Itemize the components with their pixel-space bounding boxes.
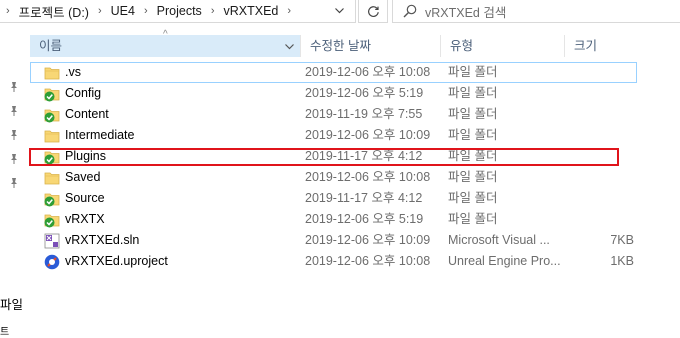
search-input[interactable]: vRXTXEd 검색 [425, 2, 506, 21]
column-header-size[interactable]: 크기 [564, 35, 664, 57]
file-name: Content [65, 107, 109, 121]
navigation-pane: 파일 트 [0, 26, 28, 338]
file-type: 파일 폴더 [448, 191, 498, 205]
pin-icon[interactable] [7, 104, 21, 118]
file-size: 7KB [610, 233, 634, 247]
annotation-highlight-box [29, 148, 619, 166]
file-name: vRXTXEd.uproject [65, 254, 168, 268]
file-size: 1KB [610, 254, 634, 268]
breadcrumb-chevron-icon[interactable]: › [137, 5, 155, 17]
file-date-modified: 2019-12-06 오후 10:09 [305, 233, 431, 247]
file-date-modified: 2019-12-06 오후 5:19 [305, 212, 424, 226]
synced-folder-icon [44, 107, 60, 123]
column-header: 이름 ^ 수정한 날짜 유형 크기 [30, 29, 680, 59]
folder-icon [44, 65, 60, 81]
breadcrumb-item-drive[interactable]: 프로젝트 (D:) [17, 2, 91, 21]
folder-icon [44, 170, 60, 186]
nav-item-partial[interactable]: 트 [0, 323, 9, 338]
breadcrumb-chevron-icon[interactable]: › [280, 5, 298, 17]
file-type: Unreal Engine Pro... [448, 254, 561, 268]
breadcrumb-item-ue4[interactable]: UE4 [109, 4, 137, 18]
refresh-button[interactable] [358, 0, 388, 23]
column-header-date[interactable]: 수정한 날짜 [300, 35, 440, 57]
pin-icon[interactable] [7, 176, 21, 190]
breadcrumb-chevron-icon[interactable]: › [204, 5, 222, 17]
column-type-label: 유형 [450, 39, 474, 53]
unreal-project-icon [44, 254, 60, 270]
file-date-modified: 2019-12-06 오후 10:08 [305, 254, 431, 268]
sort-ascending-icon: ^ [163, 29, 168, 40]
file-type: 파일 폴더 [448, 65, 498, 79]
file-row[interactable]: Config 2019-12-06 오후 5:19 파일 폴더 [30, 83, 680, 104]
synced-folder-icon [44, 86, 60, 102]
file-name: Saved [65, 170, 101, 184]
file-name: vRXTXEd.sln [65, 233, 140, 247]
column-header-type[interactable]: 유형 [440, 35, 564, 57]
file-date-modified: 2019-11-19 오후 7:55 [305, 107, 423, 121]
file-date-modified: 2019-12-06 오후 10:08 [305, 170, 431, 184]
file-date-modified: 2019-12-06 오후 10:08 [305, 65, 431, 79]
breadcrumb-item-vrxtxed[interactable]: vRXTXEd [221, 4, 280, 18]
file-name: Source [65, 191, 105, 205]
file-type: 파일 폴더 [448, 86, 498, 100]
breadcrumb-item-projects[interactable]: Projects [155, 4, 204, 18]
column-name-label: 이름 [39, 39, 63, 53]
synced-folder-icon [44, 191, 60, 207]
column-date-label: 수정한 날짜 [310, 39, 371, 53]
column-size-label: 크기 [574, 39, 598, 53]
address-toolbar: › 프로젝트 (D:) › UE4 › Projects › vRXTXEd ›… [0, 0, 680, 26]
file-row[interactable]: .vs 2019-12-06 오후 10:08 파일 폴더 [30, 62, 637, 83]
file-date-modified: 2019-12-06 오후 10:09 [305, 128, 431, 142]
file-row[interactable]: Saved 2019-12-06 오후 10:08 파일 폴더 [30, 167, 680, 188]
search-icon [403, 4, 417, 18]
visual-studio-solution-icon [44, 233, 60, 249]
file-name: Config [65, 86, 102, 100]
file-date-modified: 2019-12-06 오후 5:19 [305, 86, 424, 100]
synced-folder-icon [44, 212, 60, 228]
address-history-dropdown-icon[interactable] [329, 2, 349, 20]
pin-icon[interactable] [7, 80, 21, 94]
nav-item-file[interactable]: 파일 [0, 294, 23, 313]
file-row[interactable]: vRXTXEd.sln 2019-12-06 오후 10:09 Microsoft … [30, 230, 680, 251]
search-box[interactable]: vRXTXEd 검색 [392, 0, 680, 23]
file-list: .vs 2019-12-06 오후 10:08 파일 폴더 Config 2019-12… [30, 62, 680, 272]
file-type: 파일 폴더 [448, 107, 498, 121]
file-type: 파일 폴더 [448, 128, 498, 142]
breadcrumb-chevron-icon[interactable]: › [91, 5, 109, 17]
address-bar[interactable]: › 프로젝트 (D:) › UE4 › Projects › vRXTXEd › [0, 0, 356, 23]
file-type: 파일 폴더 [448, 170, 498, 184]
pin-icon[interactable] [7, 152, 21, 166]
folder-icon [44, 128, 60, 144]
file-row[interactable]: vRXTXEd.uproject 2019-12-06 오후 10:08 Unrea… [30, 251, 680, 272]
file-name: vRXTX [65, 212, 105, 226]
breadcrumb-root-chevron-icon[interactable]: › [0, 5, 17, 17]
refresh-icon [367, 5, 379, 17]
file-row[interactable]: vRXTX 2019-12-06 오후 5:19 파일 폴더 [30, 209, 680, 230]
file-row[interactable]: Source 2019-11-17 오후 4:12 파일 폴더 [30, 188, 680, 209]
file-name: .vs [65, 65, 81, 79]
column-filter-chevron-icon[interactable] [285, 35, 294, 53]
file-row[interactable]: Intermediate 2019-12-06 오후 10:09 파일 폴더 [30, 125, 680, 146]
file-type: 파일 폴더 [448, 212, 498, 226]
file-type: Microsoft Visual ... [448, 233, 550, 247]
file-date-modified: 2019-11-17 오후 4:12 [305, 191, 423, 205]
file-row[interactable]: Content 2019-11-19 오후 7:55 파일 폴더 [30, 104, 680, 125]
file-name: Intermediate [65, 128, 135, 142]
pin-icon[interactable] [7, 128, 21, 142]
